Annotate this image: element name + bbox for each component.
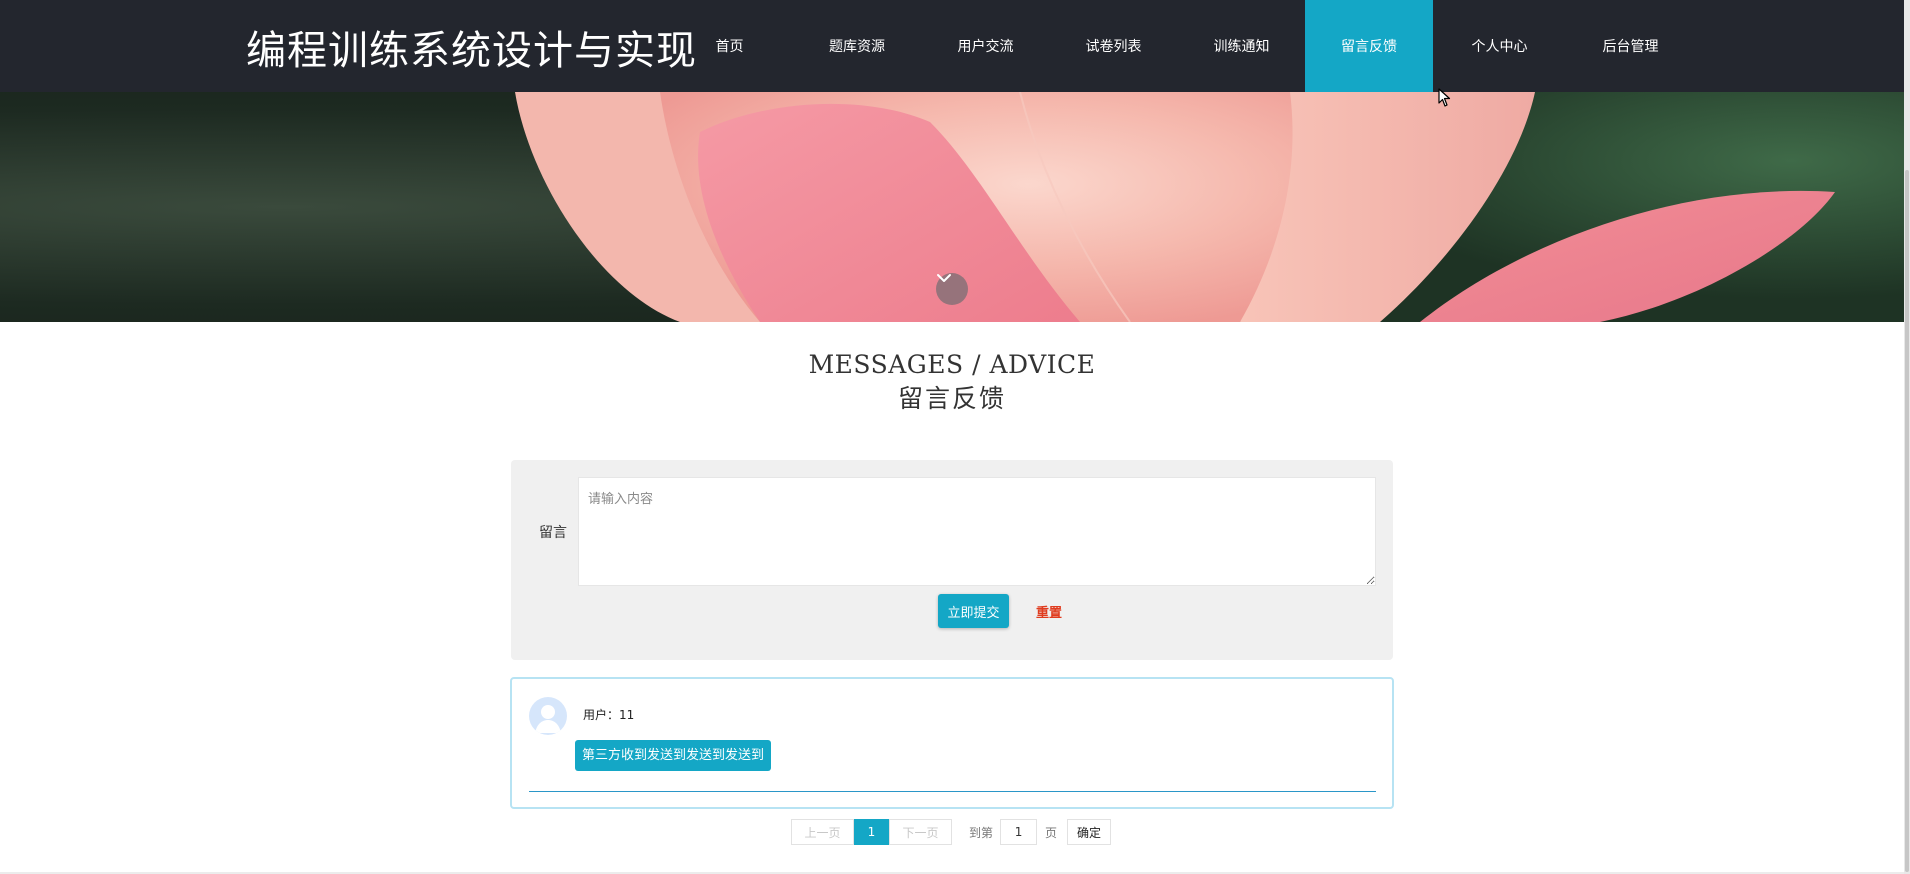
user-avatar (529, 697, 567, 735)
message-label: 留言 (539, 525, 567, 541)
page-scrollbar[interactable] (1904, 0, 1910, 874)
message-content: 第三方收到发送到发送到发送到 (575, 740, 772, 771)
pagination-prev-button[interactable]: 上一页 (791, 819, 854, 845)
nav-item-admin[interactable]: 后台管理 (1566, 0, 1695, 92)
page-scrollbar-thumb[interactable] (1905, 170, 1909, 872)
message-user-label: 用户：11 (583, 708, 635, 722)
pagination-unit-label: 页 (1045, 825, 1058, 840)
pagination-page-input[interactable] (1000, 819, 1038, 845)
feedback-form: 留言 立即提交 重置 (511, 460, 1393, 660)
main-nav: 首页 题库资源 用户交流 试卷列表 训练通知 留言反馈 个人中心 后台管理 (667, 0, 1695, 92)
reset-button[interactable]: 重置 (1029, 594, 1069, 628)
hero-banner (0, 92, 1904, 322)
section-heading: MESSAGES / ADVICE 留言反馈 (0, 348, 1904, 416)
message-divider (529, 791, 1376, 792)
pagination-next-button[interactable]: 下一页 (889, 819, 952, 845)
site-title: 编程训练系统设计与实现 (246, 28, 697, 74)
nav-item-question-bank[interactable]: 题库资源 (792, 0, 922, 92)
nav-item-user-forum[interactable]: 用户交流 (922, 0, 1049, 92)
nav-item-training-notice[interactable]: 训练通知 (1178, 0, 1305, 92)
top-navbar: 编程训练系统设计与实现 首页 题库资源 用户交流 试卷列表 训练通知 留言反馈 … (0, 0, 1904, 92)
pagination-goto-label: 到第 (969, 825, 994, 840)
pagination-confirm-button[interactable]: 确定 (1067, 819, 1112, 845)
nav-item-home[interactable]: 首页 (667, 0, 792, 92)
section-heading-en: MESSAGES / ADVICE (808, 350, 1096, 379)
user-avatar-icon (535, 705, 561, 733)
message-list-item: 用户：11 第三方收到发送到发送到发送到 (510, 677, 1394, 809)
nav-item-feedback[interactable]: 留言反馈 (1305, 0, 1433, 92)
pagination-page-1[interactable]: 1 (854, 819, 889, 845)
mouse-cursor-icon (1438, 88, 1451, 107)
nav-item-exam-list[interactable]: 试卷列表 (1049, 0, 1178, 92)
chevron-down-icon (937, 274, 951, 282)
message-input[interactable] (578, 477, 1376, 586)
section-heading-zh: 留言反馈 (897, 384, 1006, 413)
nav-item-personal-center[interactable]: 个人中心 (1433, 0, 1566, 92)
submit-button[interactable]: 立即提交 (938, 594, 1009, 628)
pagination: 上一页 1 下一页 到第 页 确定 (791, 819, 1112, 845)
scroll-down-button[interactable] (936, 273, 968, 305)
